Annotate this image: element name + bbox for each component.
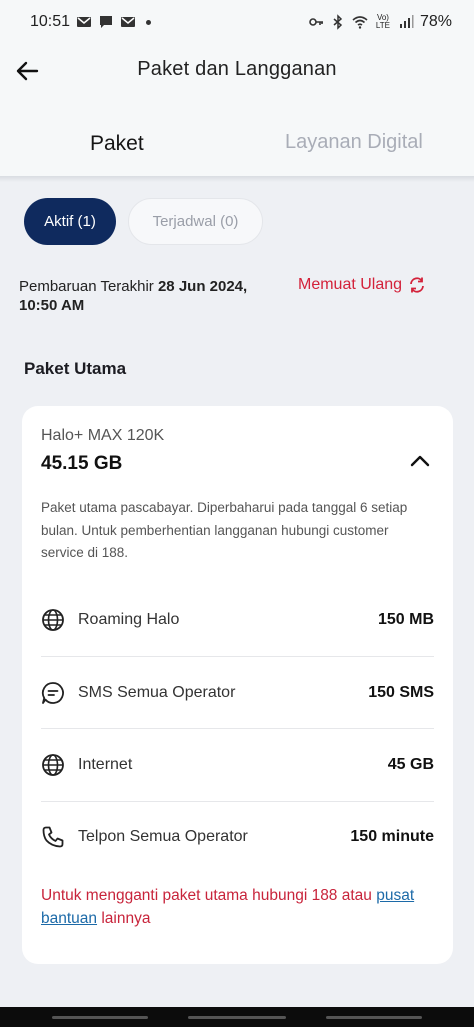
benefit-label: SMS Semua Operator (78, 684, 236, 701)
plan-card: Halo+ MAX 120K 45.15 GB Paket utama pasc… (22, 406, 453, 964)
reload-label: Memuat Ulang (298, 276, 403, 293)
tab-paket[interactable]: Paket (90, 132, 144, 156)
tab-layanan-digital[interactable]: Layanan Digital (285, 131, 423, 154)
last-update-prefix: Pembaruan Terakhir (19, 278, 154, 295)
benefit-label: Internet (78, 756, 133, 773)
change-plan-note: Untuk mengganti paket utama hubungi 188 … (41, 884, 431, 930)
filter-active-button[interactable]: Aktif (1) (24, 198, 116, 245)
benefit-label: Telpon Semua Operator (78, 828, 248, 845)
benefit-value: 150 SMS (368, 684, 434, 701)
key-icon (309, 18, 323, 26)
bluetooth-icon (333, 14, 343, 30)
status-right: Vo) LTE 78% (308, 13, 452, 31)
status-bar: 10:51 Vo) LTE 78% (0, 0, 474, 44)
benefit-value: 150 minute (350, 828, 434, 845)
note-text-after: lainnya (97, 910, 151, 927)
reload-button[interactable]: Memuat Ulang (298, 276, 426, 294)
active-tab-indicator (112, 168, 128, 176)
benefit-row-call: Telpon Semua Operator 150 minute (41, 801, 434, 873)
filter-scheduled-button[interactable]: Terjadwal (0) (128, 198, 263, 245)
chat-icon (41, 682, 64, 704)
signal-icon (399, 15, 414, 28)
benefit-label: Roaming Halo (78, 611, 180, 628)
battery-percent: 78% (419, 13, 452, 30)
globe-icon (42, 754, 64, 776)
message-icon (100, 16, 113, 28)
status-left: 10:51 (30, 13, 152, 31)
chevron-up-icon[interactable] (407, 448, 433, 474)
refresh-icon (410, 277, 424, 293)
plan-size: 45.15 GB (41, 453, 123, 474)
mail-icon (121, 17, 136, 27)
phone-icon (42, 826, 64, 848)
wifi-icon (352, 16, 368, 29)
benefit-row-sms: SMS Semua Operator 150 SMS (41, 657, 434, 729)
globe-icon (42, 609, 64, 631)
notification-dot-icon (146, 19, 152, 25)
last-update-time: 10:50 AM (19, 297, 85, 314)
benefit-value: 45 GB (387, 756, 434, 773)
page-title: Paket dan Langganan (137, 58, 337, 80)
last-update-date: 28 Jun 2024, (157, 278, 248, 295)
last-update: Pembaruan Terakhir 28 Jun 2024, 10:50 AM (19, 277, 279, 315)
note-text-before: Untuk mengganti paket utama hubungi 188 … (41, 887, 377, 904)
plan-description: Paket utama pascabayar. Diperbaharui pad… (41, 500, 408, 560)
section-title: Paket Utama (24, 359, 127, 378)
header-shadow (0, 176, 474, 182)
nav-back-handle[interactable] (326, 1016, 422, 1019)
status-time: 10:51 (30, 13, 71, 30)
benefit-row-roaming: Roaming Halo 150 MB (41, 584, 434, 656)
benefit-value: 150 MB (377, 611, 434, 628)
plan-name: Halo+ MAX 120K (41, 427, 165, 444)
nav-recent-handle[interactable] (52, 1016, 148, 1019)
gmail-icon (77, 17, 92, 27)
system-nav-bar (0, 1007, 474, 1027)
benefit-row-internet: Internet 45 GB (41, 729, 434, 801)
nav-home-handle[interactable] (188, 1016, 286, 1019)
volte-label: Vo) LTE (375, 13, 390, 30)
app-header: Paket dan Langganan Paket Layanan Digita… (0, 44, 474, 176)
